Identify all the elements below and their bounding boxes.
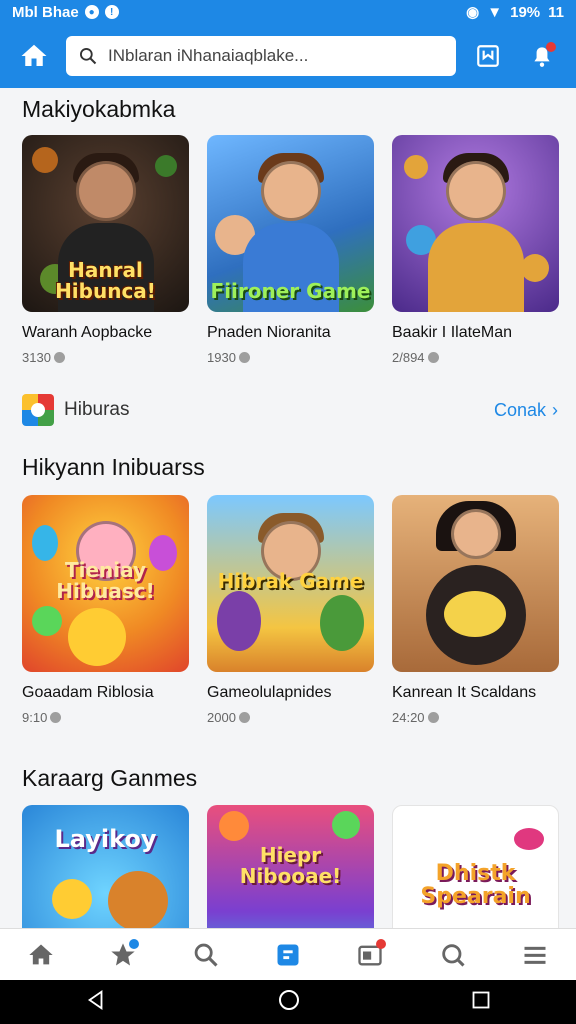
apps-icon — [277, 944, 299, 965]
card-meta: 2/894 — [392, 350, 559, 365]
brand-row: Hiburas Conak › — [22, 392, 558, 428]
main-content[interactable]: Makiyokabmka Hanral Hibunca! Waranh Aopb… — [0, 88, 576, 928]
home-button[interactable] — [12, 34, 56, 78]
search-input[interactable]: INblaran iNhanaiaqblake... — [66, 36, 456, 76]
nav-menu[interactable] — [511, 931, 559, 979]
card-title: Baakir I IlateMan — [392, 324, 513, 341]
bookmark-icon — [477, 45, 499, 67]
back-button[interactable] — [85, 989, 107, 1016]
game-card[interactable]: Layikoy — [22, 805, 189, 928]
game-thumbnail — [392, 135, 559, 312]
home-nav-button[interactable] — [277, 988, 301, 1017]
game-card[interactable]: Dhistk Spearain — [392, 805, 559, 928]
game-card[interactable]: Kanrean It Scaldans 24:20 — [392, 495, 559, 725]
brand-logo — [22, 394, 54, 426]
card-title: Gameolulapnides — [207, 684, 332, 701]
chevron-right-icon: › — [552, 399, 558, 420]
notification-badge — [546, 42, 556, 52]
location-icon: ◉ — [466, 4, 480, 21]
game-art-title: Tieniay Hibuasc! — [56, 558, 155, 603]
game-thumbnail — [392, 495, 559, 672]
coin-icon — [427, 712, 439, 723]
card-meta: 24:20 — [392, 710, 559, 725]
bookmark-button[interactable] — [466, 34, 510, 78]
wifi-icon: ▼ — [487, 3, 503, 21]
game-card[interactable]: Hiepr Nibooae! — [207, 805, 374, 928]
coin-icon — [427, 352, 439, 363]
notifications-button[interactable] — [520, 34, 564, 78]
section-title-1: Makiyokabmka — [22, 96, 176, 122]
nav-search[interactable] — [182, 931, 230, 979]
game-thumbnail: Hibrak Game — [207, 495, 374, 672]
home-icon — [21, 44, 47, 66]
card-meta: 2000 — [207, 710, 374, 725]
nav-games[interactable] — [99, 931, 147, 979]
back-icon — [87, 989, 103, 1010]
coin-icon — [53, 352, 65, 363]
nav-library[interactable] — [346, 931, 394, 979]
nav-badge — [129, 938, 140, 949]
card-title: Pnaden Nioranita — [207, 324, 331, 341]
section-title-3: Karaarg Ganmes — [22, 765, 198, 791]
card-row-1: Hanral Hibunca! Waranh Aopbacke 3130 Fii… — [22, 135, 559, 365]
whatsapp-icon: ● — [84, 5, 99, 19]
status-bar: Mbl Bhae ● ! ◉ ▼ 19% 11 — [0, 0, 576, 24]
game-card[interactable]: Hibrak Game Gameolulapnides 2000 — [207, 495, 374, 725]
recents-button[interactable] — [471, 990, 491, 1015]
card-meta: 9:10 — [22, 710, 189, 725]
game-art-title: Hanral Hibunca! — [55, 258, 156, 303]
home-icon — [29, 944, 53, 964]
card-title: Kanrean It Scaldans — [392, 684, 537, 701]
see-more-link[interactable]: Conak › — [494, 400, 558, 421]
carrier-label: Mbl Bhae — [12, 3, 79, 21]
magnifier-icon — [441, 943, 465, 967]
game-art-title: Dhistk Spearain — [420, 861, 531, 910]
search-icon — [194, 943, 218, 967]
game-thumbnail: Hanral Hibunca! — [22, 135, 189, 312]
system-nav-bar — [0, 980, 576, 1024]
nav-discover[interactable] — [429, 931, 477, 979]
search-icon — [80, 48, 97, 65]
card-meta: 3130 — [22, 350, 189, 365]
search-text: INblaran iNhanaiaqblake... — [108, 46, 309, 65]
square-icon — [472, 991, 490, 1008]
coin-icon — [50, 712, 62, 723]
signal-label: 11 — [548, 3, 564, 21]
game-card[interactable]: Fiironer Game Pnaden Nioranita 1930 — [207, 135, 374, 365]
coin-icon — [238, 712, 250, 723]
game-art-title: Hibrak Game — [217, 569, 364, 593]
game-thumbnail: Layikoy — [22, 805, 189, 928]
app-bar: INblaran iNhanaiaqblake... — [0, 24, 576, 88]
circle-icon — [279, 989, 299, 1010]
menu-icon — [524, 946, 546, 964]
bottom-nav — [0, 928, 576, 980]
section-title-2: Hikyann Inibuarss — [22, 454, 205, 480]
game-thumbnail: Dhistk Spearain — [392, 805, 559, 928]
card-title: Waranh Aopbacke — [22, 324, 153, 341]
game-thumbnail: Hiepr Nibooae! — [207, 805, 374, 928]
brand-name: Hiburas — [64, 399, 130, 420]
game-thumbnail: Fiironer Game — [207, 135, 374, 312]
notification-icon: ! — [104, 5, 119, 19]
battery-label: 19% — [510, 3, 541, 21]
game-card[interactable]: Hanral Hibunca! Waranh Aopbacke 3130 — [22, 135, 189, 365]
card-row-2: Tieniay Hibuasc! Goaadam Riblosia 9:10 H… — [22, 495, 559, 725]
game-card[interactable]: Baakir I IlateMan 2/894 — [392, 135, 559, 365]
nav-badge — [376, 938, 387, 949]
game-card[interactable]: Tieniay Hibuasc! Goaadam Riblosia 9:10 — [22, 495, 189, 725]
coin-icon — [238, 352, 250, 363]
game-art-title: Layikoy — [54, 825, 157, 853]
game-art-title: Hiepr Nibooae! — [239, 843, 342, 888]
nav-apps[interactable] — [264, 931, 312, 979]
game-art-title: Fiironer Game — [210, 279, 371, 303]
card-title: Goaadam Riblosia — [22, 684, 154, 701]
card-meta: 1930 — [207, 350, 374, 365]
card-row-3: Layikoy Hiepr Nibooae! Dhistk Spearain — [22, 805, 559, 928]
game-thumbnail: Tieniay Hibuasc! — [22, 495, 189, 672]
nav-home[interactable] — [17, 931, 65, 979]
